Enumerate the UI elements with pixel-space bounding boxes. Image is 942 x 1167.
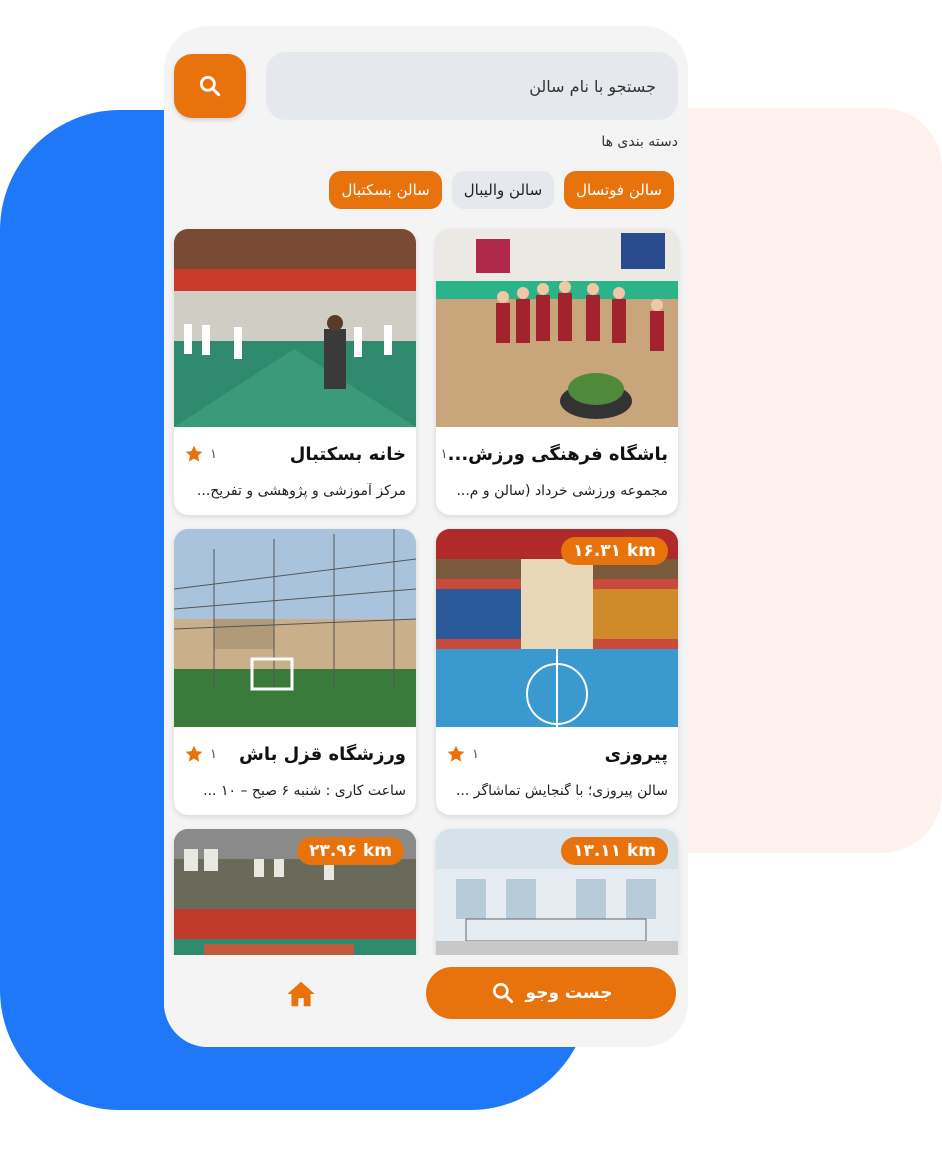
venue-title: پیروزی xyxy=(604,743,668,765)
star-icon xyxy=(447,745,465,762)
venue-photo xyxy=(174,229,416,427)
venue-rating: ۱ xyxy=(184,744,217,764)
card-title-row: پیروزی ۱ xyxy=(446,739,668,769)
star-icon xyxy=(185,445,203,462)
chip-volleyball[interactable]: سالن والیبال xyxy=(451,171,555,209)
search-icon xyxy=(492,983,513,1004)
distance-badge: ۱۳.۱۱ km xyxy=(561,837,668,865)
rating-value: ۱ xyxy=(440,446,448,462)
distance-badge: ۱۶.۳۱ km xyxy=(561,537,668,565)
venue-title: ورزشگاه قزل باش xyxy=(239,743,406,765)
distance-badge: ۲۳.۹۶ km xyxy=(297,837,404,865)
venue-description: سالن پیروزی؛ با گنجایش تماشاگر ... xyxy=(455,783,668,799)
search-input[interactable]: جستجو با نام سالن xyxy=(266,52,678,120)
bottom-navigation: جست وجو xyxy=(164,955,688,1047)
rating-value: ۱ xyxy=(210,746,217,762)
venue-card[interactable]: باشگاه فرهنگی ورزش... ۱ مجموعه ورزشی خرد… xyxy=(436,229,678,515)
categories-label: دسته بندی ها xyxy=(601,134,678,150)
venue-card[interactable]: ورزشگاه قزل باش ۱ ساعت کاری : شنبه ۶ صبح… xyxy=(174,529,416,815)
rating-value: ۱ xyxy=(210,446,217,462)
venue-rating: ۱ xyxy=(184,444,217,464)
chip-futsal[interactable]: سالن فوتسال xyxy=(564,171,674,209)
venue-rating: ۱ xyxy=(446,744,479,764)
category-chips: سالن فوتسال سالن والیبال سالن بسکتبال xyxy=(329,171,674,209)
venue-photo: ۱۶.۳۱ km xyxy=(436,529,678,727)
bottom-search-button[interactable]: جست وجو xyxy=(426,967,676,1019)
venue-card[interactable]: خانه بسکتبال ۱ مرکز آموزشی و پژوهشی و تف… xyxy=(174,229,416,515)
venue-title: خانه بسکتبال xyxy=(289,443,406,465)
venue-description: مرکز آموزشی و پژوهشی و تفریح... xyxy=(196,483,406,499)
venue-title: باشگاه فرهنگی ورزش... xyxy=(447,443,668,465)
rating-value: ۱ xyxy=(472,746,479,762)
card-title-row: ورزشگاه قزل باش ۱ xyxy=(184,739,406,769)
chip-basketball[interactable]: سالن بسکتبال xyxy=(329,171,442,209)
search-bar: جستجو با نام سالن xyxy=(174,52,678,122)
card-title-row: خانه بسکتبال ۱ xyxy=(184,439,406,469)
search-icon xyxy=(199,75,221,97)
search-button[interactable] xyxy=(174,54,246,118)
star-icon xyxy=(185,745,203,762)
phone-screen: جستجو با نام سالن دسته بندی ها سالن فوتس… xyxy=(164,26,688,1047)
venue-photo xyxy=(436,229,678,427)
bottom-search-label: جست وجو xyxy=(525,983,613,1003)
venue-card[interactable]: ۱۶.۳۱ km پیروزی ۱ سالن پیروزی؛ با گنجایش… xyxy=(436,529,678,815)
search-placeholder: جستجو با نام سالن xyxy=(529,76,656,96)
venue-description: ساعت کاری : شنبه ۶ صبح – ۱۰ ... xyxy=(203,783,406,799)
card-title-row: باشگاه فرهنگی ورزش... ۱ xyxy=(441,439,668,469)
venue-photo xyxy=(174,529,416,727)
venue-rating: ۱ xyxy=(436,444,448,464)
venue-description: مجموعه ورزشی خرداد (سالن و م... xyxy=(456,483,668,499)
home-icon[interactable] xyxy=(284,979,318,1009)
